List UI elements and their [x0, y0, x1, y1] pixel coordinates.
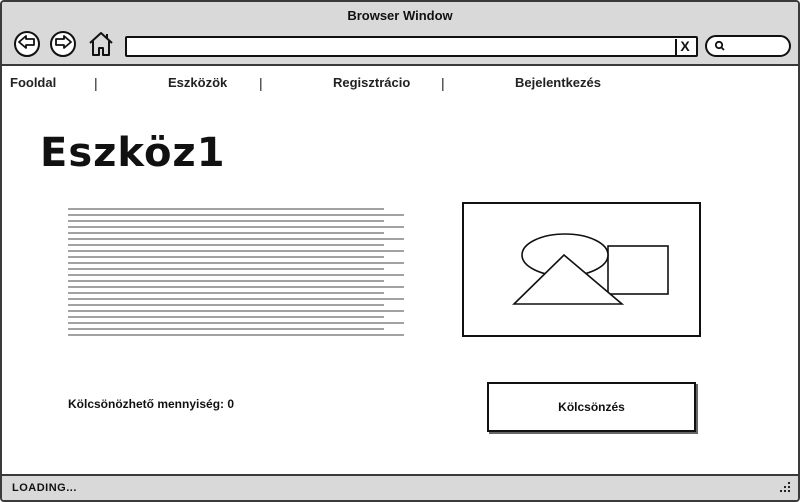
- clear-url-button[interactable]: X: [675, 39, 693, 55]
- image-placeholder: [462, 202, 701, 337]
- borrow-button[interactable]: Kölcsönzés: [487, 382, 696, 432]
- menu-separator: |: [94, 75, 98, 91]
- home-button[interactable]: [88, 30, 114, 58]
- forward-arrow-icon: [54, 34, 72, 54]
- browser-window: Browser Window X Fooldal | Eszközök | Re…: [0, 0, 800, 502]
- placeholder-rectangle: [607, 245, 669, 295]
- window-title: Browser Window: [347, 8, 453, 23]
- menu-item-eszkozok[interactable]: Eszközök: [168, 75, 227, 90]
- menu-item-bejelentkezes[interactable]: Bejelentkezés: [515, 75, 601, 90]
- back-arrow-icon: [18, 34, 36, 54]
- available-quantity: Kölcsönözhető mennyiség: 0: [68, 397, 235, 411]
- menu-item-fooldal[interactable]: Fooldal: [10, 75, 56, 90]
- address-bar: X: [125, 36, 698, 57]
- status-text: LOADING...: [12, 482, 77, 494]
- back-button[interactable]: [14, 31, 40, 57]
- page-title: Eszköz1: [40, 130, 226, 176]
- search-input[interactable]: [705, 35, 791, 57]
- title-bar: Browser Window X: [2, 2, 798, 66]
- url-input[interactable]: [131, 39, 661, 54]
- menu-separator: |: [259, 75, 263, 91]
- forward-button[interactable]: [50, 31, 76, 57]
- main-menu: Fooldal | Eszközök | Regisztrácio | Beje…: [2, 75, 798, 95]
- menu-separator: |: [441, 75, 445, 91]
- status-bar: LOADING...: [2, 474, 798, 500]
- resize-grip-icon[interactable]: [778, 480, 792, 499]
- home-icon: [88, 32, 114, 62]
- description-text-placeholder: [68, 206, 408, 343]
- menu-item-regisztracio[interactable]: Regisztrácio: [333, 75, 410, 90]
